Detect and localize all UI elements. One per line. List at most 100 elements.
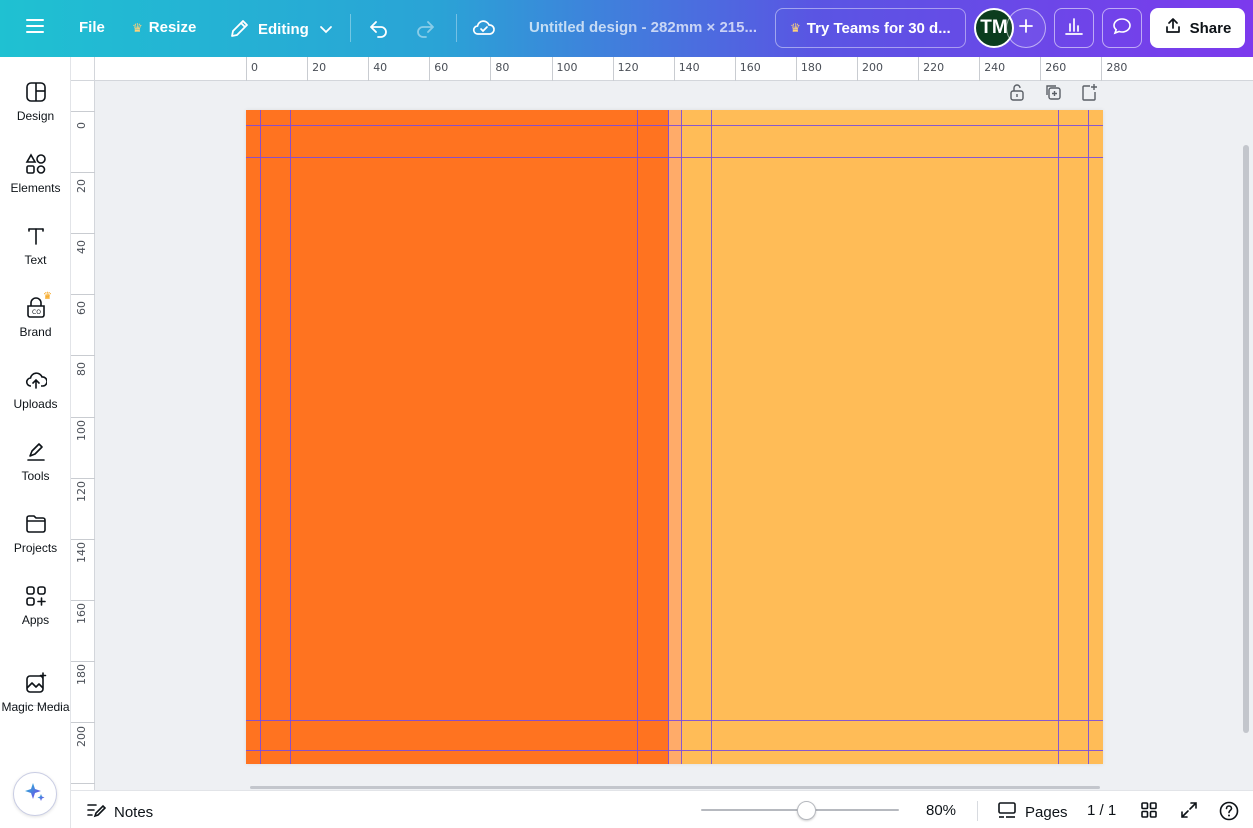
zoom-slider-handle[interactable] [796,801,816,820]
crown-icon: ♛ [790,21,801,35]
pages-icon [997,801,1017,823]
crown-icon: ♛ [132,20,143,35]
ruler-tick-label: 20 [75,179,88,194]
sidebar-item-label: Elements [10,181,61,195]
toolbar-divider [350,14,351,42]
insights-button[interactable] [1054,8,1094,48]
ruler-tick-label: 280 [1106,61,1128,74]
invite-button[interactable] [1006,8,1046,48]
bottom-bar: Notes 80% Pages 1 / 1 [71,790,1253,828]
left-orange-panel[interactable] [246,110,669,764]
folder-icon [25,513,47,535]
share-label: Share [1189,19,1232,37]
sidebar-item-design[interactable]: Design [0,81,71,123]
fold-spine [668,110,681,764]
sidebar-item-brand[interactable]: CO ♛ Brand [0,291,71,339]
ruler-tick [857,57,858,81]
horizontal-ruler: 0 20 40 60 80 100 120 140 160 180 200 220 240 260 280 [71,57,1253,81]
undo-icon [368,17,390,39]
ruler-tick-label: 260 [1045,61,1067,74]
add-page-button[interactable] [1080,83,1098,106]
ruler-tick [71,111,95,112]
ruler-tick-label: 220 [923,61,945,74]
sidebar-item-label: Tools [21,469,50,483]
ruler-tick [71,660,95,662]
vertical-scrollbar[interactable] [1243,145,1249,733]
share-upload-icon [1164,17,1182,39]
file-menu-button[interactable]: File [79,19,105,36]
sidebar-item-label: Apps [21,613,50,627]
ruler-tick [71,783,95,785]
editing-mode-dropdown[interactable]: Editing [228,18,333,40]
lock-page-button[interactable] [1008,83,1026,106]
ruler-tick-label: 100 [556,61,578,74]
sidebar-item-projects[interactable]: Projects [0,513,71,555]
guide-line [246,750,1103,751]
ruler-tick [71,233,95,235]
ruler-tick-label: 20 [312,61,327,74]
page-counter: 1 / 1 [1087,802,1116,819]
ruler-tick [673,57,675,81]
notes-button[interactable]: Notes [86,801,153,823]
save-status-button[interactable] [472,17,496,39]
ruler-tick-label: 60 [75,301,88,316]
sidebar-item-label: Design [16,109,55,123]
sidebar-item-tools[interactable]: Tools [0,441,71,483]
notes-label: Notes [114,803,154,821]
pages-button[interactable]: Pages [997,801,1068,823]
share-button[interactable]: Share [1150,8,1245,48]
pen-tool-icon [25,441,47,463]
sidebar-item-text[interactable]: Text [0,225,71,267]
sidebar-item-apps[interactable]: Apps [0,585,71,627]
guide-line [711,110,712,764]
ruler-tick-label: 0 [251,61,258,74]
design-page[interactable] [246,110,1103,764]
ruler-tick-label: 40 [373,61,388,74]
notes-icon [86,801,107,823]
ruler-tick-label: 180 [75,664,88,686]
resize-button[interactable]: ♛ Resize [132,19,196,36]
sidebar-item-label: Brand [19,325,52,339]
left-sidebar: Design Elements Text CO ♛ Brand Uploads … [0,57,71,828]
sparkle-icon [24,781,46,808]
ruler-tick [368,57,370,81]
toolbar-divider [456,14,457,42]
duplicate-page-button[interactable] [1044,83,1062,106]
fullscreen-button[interactable] [1180,801,1198,823]
ruler-tick [71,599,95,601]
pages-label: Pages [1025,803,1068,821]
ruler-tick [71,477,95,479]
design-icon [25,81,47,103]
help-icon [1219,801,1239,825]
horizontal-scrollbar[interactable] [250,786,1100,789]
right-light-orange-panel[interactable] [669,110,1103,764]
ruler-tick-label: 140 [75,542,88,564]
try-teams-button[interactable]: ♛ Try Teams for 30 d... [775,8,966,48]
apps-grid-icon [25,585,47,607]
guide-line [290,110,291,764]
ruler-tick [551,57,553,81]
upload-cloud-icon [25,369,47,391]
comment-icon [1112,16,1132,41]
zoom-level-button[interactable]: 80% [926,802,956,819]
sidebar-item-label: Magic Media [1,700,70,714]
comments-button[interactable] [1102,8,1142,48]
guide-line [246,125,1103,126]
grid-view-button[interactable] [1140,801,1158,823]
ruler-tick-label: 40 [75,240,88,255]
sidebar-item-uploads[interactable]: Uploads [0,369,71,411]
sidebar-item-magic-media[interactable]: Magic Media [0,672,71,714]
help-button[interactable] [1219,801,1239,825]
guide-line [260,110,261,764]
ruler-tick-label: 140 [678,61,700,74]
redo-button[interactable] [414,17,436,39]
plus-icon [1018,18,1034,39]
main-menu-button[interactable] [25,18,45,34]
sidebar-item-label: Projects [13,541,58,555]
undo-button[interactable] [368,17,390,39]
guide-line [1058,110,1059,764]
sidebar-item-elements[interactable]: Elements [0,153,71,195]
magic-assistant-button[interactable] [13,772,57,816]
design-title[interactable]: Untitled design - 282mm × 215... [529,19,757,36]
guide-line [1088,110,1089,764]
